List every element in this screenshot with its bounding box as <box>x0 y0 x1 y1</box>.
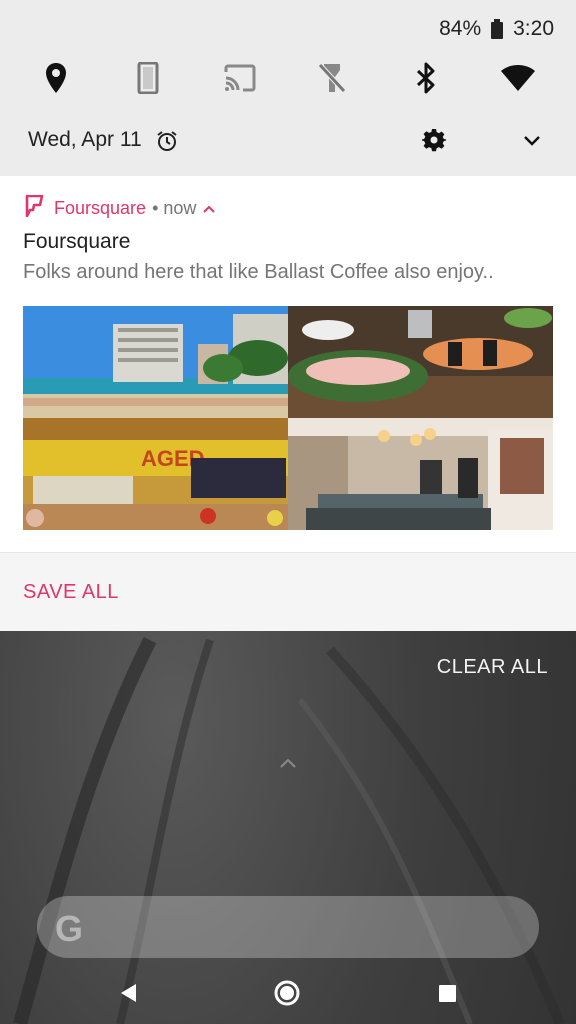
quick-settings-panel: 84% 3:20 Wed, Apr 11 <box>0 0 576 176</box>
coffee-shop-photo <box>288 418 553 530</box>
clear-all-button[interactable]: CLEAR ALL <box>437 656 548 679</box>
notification-text: Folks around here that like Ballast Coff… <box>23 261 494 283</box>
notification-time: • now <box>152 197 197 218</box>
flashlight-off-icon[interactable] <box>312 58 352 98</box>
beach-photo <box>23 306 288 418</box>
chevron-down-icon[interactable] <box>520 128 544 157</box>
battery-icon <box>491 19 504 39</box>
notification-title: Foursquare <box>23 230 131 253</box>
home-icon[interactable] <box>272 978 302 1008</box>
wifi-icon[interactable] <box>498 58 538 98</box>
market-photo: AGED <box>23 418 288 530</box>
location-icon[interactable] <box>36 58 76 98</box>
image-collage[interactable]: AGED <box>23 306 553 530</box>
quick-settings-tiles <box>0 58 576 100</box>
status-bar: 84% 3:20 <box>439 14 554 44</box>
notification-actions: SAVE ALL <box>0 552 576 631</box>
chevron-up-icon[interactable] <box>278 756 298 775</box>
cast-icon[interactable] <box>220 58 260 98</box>
foursquare-notification[interactable]: Foursquare • now Foursquare Folks around… <box>0 176 576 631</box>
back-icon[interactable] <box>114 978 144 1008</box>
gear-icon[interactable] <box>421 128 447 157</box>
bluetooth-icon[interactable] <box>406 58 446 98</box>
battery-percent: 84% <box>439 17 482 40</box>
rotation-icon[interactable] <box>128 58 168 98</box>
app-name: Foursquare <box>54 197 147 218</box>
sushi-photo <box>288 306 553 418</box>
date-row: Wed, Apr 11 <box>0 118 576 164</box>
google-logo: G <box>55 908 84 949</box>
date: Wed, Apr 11 <box>28 128 142 151</box>
clock: 3:20 <box>513 17 554 40</box>
notification-header: Foursquare • now <box>24 194 216 222</box>
chevron-up-icon[interactable] <box>202 198 216 219</box>
save-all-button[interactable]: SAVE ALL <box>23 581 119 604</box>
google-search-bar[interactable]: G <box>37 896 539 958</box>
foursquare-logo-icon <box>24 194 44 222</box>
alarm-icon[interactable] <box>156 130 178 157</box>
navigation-bar <box>0 962 576 1024</box>
recents-icon[interactable] <box>432 978 462 1008</box>
